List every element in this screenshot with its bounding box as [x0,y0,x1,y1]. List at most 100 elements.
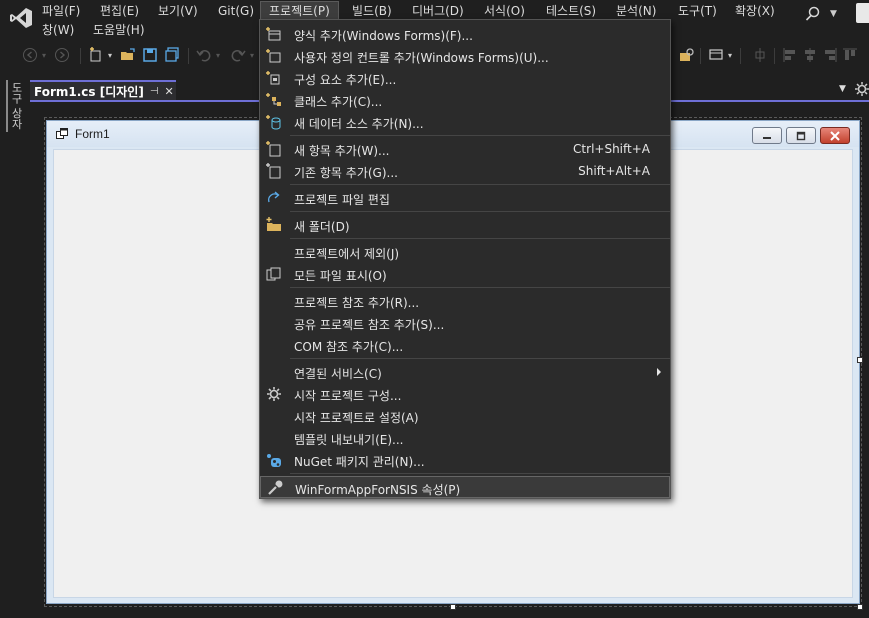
project-menu-dropdown: 양식 추가(Windows Forms)(F)... 사용자 정의 컨트롤 추가(… [259,19,671,499]
menu-item[interactable]: WinFormAppForNSIS 속성(P) [260,476,670,498]
new-item-toolbar-icon[interactable] [86,44,106,66]
add-class-icon [266,92,282,108]
tab-title: Form1.cs [디자인] [34,84,144,99]
visual-studio-logo-icon[interactable] [9,7,33,29]
menu-item[interactable]: 테스트(S) [546,2,596,20]
toolbar-separator [80,48,81,64]
resize-handle-corner[interactable] [857,604,863,610]
form-window-icon [56,128,68,139]
menu-separator [290,211,670,212]
menu-item[interactable]: 새 데이터 소스 추가(N)... [260,111,670,133]
menu-item-label: COM 참조 추가(C)... [294,340,404,354]
add-component-icon [266,70,282,86]
add-data-source-icon [266,114,282,130]
toolbar-separator [188,48,189,64]
search-icon[interactable] [805,6,821,22]
tab-overflow-dropdown-icon[interactable]: ▼ [839,84,846,94]
menu-item[interactable]: 도움말(H) [93,21,145,39]
toolbox-tab[interactable]: 도구 상자 [6,80,24,132]
menu-item[interactable]: 공유 프로젝트 참조 추가(S)... [260,312,670,334]
close-button[interactable] [820,127,850,144]
menu-item[interactable]: 프로젝트 참조 추가(R)... [260,290,670,312]
menu-separator [290,238,670,239]
menu-item[interactable]: 프로젝트에서 제외(J) [260,241,670,263]
menu-item[interactable]: 프로젝트 파일 편집 [260,187,670,209]
menu-item-label: 공유 프로젝트 참조 추가(S)... [294,318,445,332]
menu-item[interactable]: COM 참조 추가(C)... [260,334,670,356]
menu-item-label: 구성 요소 추가(E)... [294,73,397,87]
pin-icon[interactable]: ⊣ [150,86,159,97]
tab-form1-designer[interactable]: Form1.cs [디자인] ⊣ ✕ [30,80,176,100]
submenu-arrow-icon [657,368,661,376]
menu-item[interactable]: 새 항목 추가(W)... Ctrl+Shift+A [260,138,670,160]
menu-item[interactable]: 새 폴더(D) [260,214,670,236]
gear-icon[interactable] [855,82,869,96]
menu-item[interactable]: 디버그(D) [412,2,464,20]
menu-item-label: 새 데이터 소스 추가(N)... [294,117,424,131]
align-centers-icon[interactable] [800,44,820,66]
back-icon[interactable] [20,44,40,66]
menu-item[interactable]: 빌드(B) [352,2,392,20]
toolbar-separator [740,48,741,64]
maximize-button[interactable] [786,127,816,144]
align-rights-icon[interactable] [820,44,840,66]
toolbox-dock-strip [0,78,28,618]
align-tops-icon[interactable] [840,44,860,66]
menu-item-label: 새 항목 추가(W)... [294,144,390,158]
back-dropdown-icon[interactable]: ▾ [40,44,48,66]
nuget-icon [266,452,282,468]
undo-dropdown-icon[interactable]: ▾ [214,44,222,66]
menu-item-label: 양식 추가(Windows Forms)(F)... [294,29,473,43]
minimize-button[interactable] [752,127,782,144]
new-item-dropdown-icon[interactable]: ▾ [106,44,114,66]
menu-item[interactable]: 구성 요소 추가(E)... [260,67,670,89]
menu-item[interactable]: 편집(E) [100,2,139,20]
menu-item-label: 템플릿 내보내기(E)... [294,433,404,447]
menu-item[interactable]: NuGet 패키지 관리(N)... [260,449,670,471]
menu-item[interactable]: 연결된 서비스(C) [260,361,670,383]
menu-item-shortcut: Shift+Alt+A [578,164,650,178]
menu-item[interactable]: 클래스 추가(C)... [260,89,670,111]
redo-dropdown-icon[interactable]: ▾ [248,44,256,66]
save-all-icon[interactable] [162,44,182,66]
menu-separator [290,358,670,359]
search-dropdown-icon[interactable]: ▼ [830,9,837,19]
redo-icon[interactable] [228,44,248,66]
menu-item[interactable]: 프로젝트(P) [260,1,339,21]
lock-controls-icon[interactable] [676,44,696,66]
close-icon[interactable]: ✕ [165,85,174,98]
align-to-grid-icon[interactable] [750,44,770,66]
forward-icon[interactable] [52,44,72,66]
menu-item[interactable]: 파일(F) [42,2,80,20]
menu-item-label: 프로젝트에서 제외(J) [294,247,400,261]
menu-item-label: 새 폴더(D) [294,220,350,234]
menu-item[interactable]: 분석(N) [616,2,656,20]
menu-item-label: NuGet 패키지 관리(N)... [294,455,425,469]
undo-icon[interactable] [194,44,214,66]
tab-order-dropdown-icon[interactable]: ▾ [726,44,734,66]
menu-item[interactable]: 모든 파일 표시(O) [260,263,670,285]
menu-item[interactable]: 창(W) [42,21,74,39]
align-lefts-icon[interactable] [780,44,800,66]
menu-item[interactable]: 확장(X) [735,2,775,20]
open-folder-icon[interactable] [118,44,138,66]
add-user-control-icon [266,48,282,64]
menu-item[interactable]: 도구(T) [678,2,717,20]
menu-item[interactable]: 시작 프로젝트 구성... [260,383,670,405]
menu-item-label: WinFormAppForNSIS 속성(P) [295,483,461,497]
menu-item[interactable]: Git(G) [218,2,254,20]
menu-item[interactable]: 보기(V) [158,2,198,20]
menu-item[interactable]: 서식(O) [484,2,525,20]
form-title: Form1 [75,127,110,141]
new-folder-icon [266,217,282,233]
menu-item[interactable]: 템플릿 내보내기(E)... [260,427,670,449]
menu-item[interactable]: 기존 항목 추가(G)... Shift+Alt+A [260,160,670,182]
tab-order-icon[interactable] [706,44,726,66]
menu-item[interactable]: 사용자 정의 컨트롤 추가(Windows Forms)(U)... [260,45,670,67]
menu-item[interactable]: 시작 프로젝트로 설정(A) [260,405,670,427]
resize-handle-bottom[interactable] [450,604,456,610]
account-badge[interactable] [856,3,869,23]
save-icon[interactable] [140,44,160,66]
resize-handle-right[interactable] [857,357,863,363]
menu-item[interactable]: 양식 추가(Windows Forms)(F)... [260,23,670,45]
